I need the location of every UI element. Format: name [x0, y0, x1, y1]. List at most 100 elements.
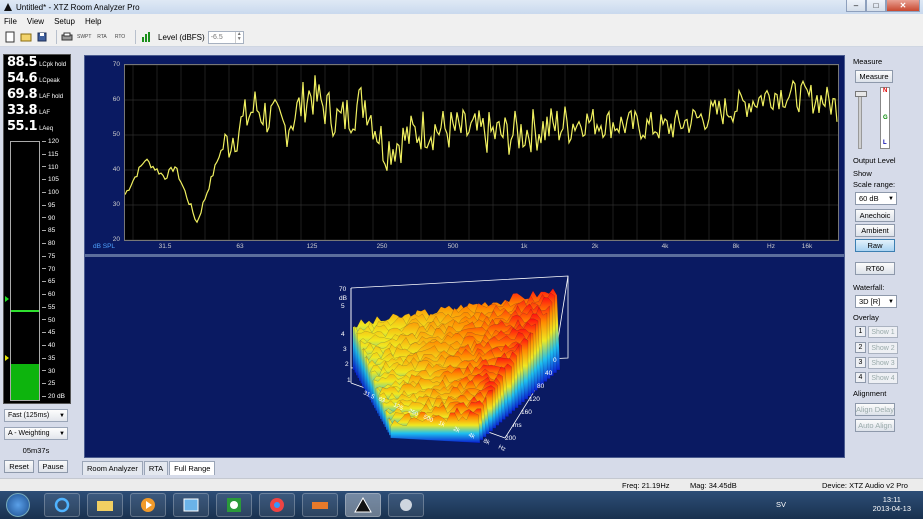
tab-full-range[interactable]: Full Range [169, 461, 216, 475]
overlay-3-button[interactable]: 3 [855, 357, 866, 368]
app-orange-icon[interactable] [302, 493, 338, 517]
view-tabs: Room Analyzer RTA Full Range [82, 461, 216, 475]
anechoic-button[interactable]: Anechoic [855, 209, 895, 222]
x-tick-label: 16k [801, 243, 813, 250]
meter-tick-label: 45 [42, 329, 55, 336]
readout-label: LCpk hold [39, 62, 67, 68]
rt60-button[interactable]: RT60 [855, 262, 895, 275]
level-spinner[interactable]: ▲ ▼ [234, 31, 243, 43]
auto-align-button[interactable]: Auto Align [855, 419, 895, 432]
meter-tick-label: 110 [42, 164, 58, 171]
mode-rto[interactable]: RTO [113, 34, 127, 40]
tool-app-icon[interactable] [388, 493, 424, 517]
pause-button[interactable]: Pause [38, 460, 68, 473]
waterfall-t-tick: ms [513, 422, 522, 429]
output-level-meter: N G L [880, 87, 890, 149]
weighting-select[interactable]: A - Weighting ▼ [4, 427, 68, 440]
mode-swpt[interactable]: SWPT [77, 34, 91, 40]
waterfall-select[interactable]: 3D [R] ▼ [855, 295, 897, 308]
spl-scale: 120 115 110 105 100 95 90 85 80 75 70 65 60 55 50 45 40 3… [42, 138, 70, 401]
y-tick-label: 70 [112, 61, 120, 68]
align-delay-button[interactable]: Align Delay [855, 403, 895, 416]
show-2-button[interactable]: Show 2 [868, 342, 898, 354]
meter-tick-label: 75 [42, 253, 55, 260]
tab-rta[interactable]: RTA [143, 461, 169, 475]
toolbar-separator [135, 30, 136, 44]
waterfall-t-tick: 80 [537, 383, 545, 390]
readout-label: LAF [39, 110, 51, 116]
explorer-icon[interactable] [87, 493, 123, 517]
speed-select[interactable]: Fast (125ms) ▼ [4, 409, 68, 422]
reset-button[interactable]: Reset [4, 460, 34, 473]
x-tick-label: 8k [732, 243, 740, 250]
frequency-response-plot[interactable] [124, 64, 839, 241]
waterfall-z-tick: 2 [345, 361, 349, 368]
waterfall-svg: 70dB5432131.5 631252505001k2k4k8kHz040801… [339, 275, 569, 453]
raw-button[interactable]: Raw [855, 239, 895, 252]
menu-file[interactable]: File [4, 17, 17, 26]
level-input[interactable]: -6.5 ▲ ▼ [207, 30, 244, 44]
waterfall-t-tick: 160 [521, 409, 532, 416]
show-1-button[interactable]: Show 1 [868, 326, 898, 338]
graph-area: 70 60 50 40 30 20 31.5 63 125 250 500 1k 2k 4k 8k Hz 16k… [84, 55, 845, 458]
menu-setup[interactable]: Setup [54, 17, 75, 26]
overlay-label: Overlay [853, 313, 879, 322]
new-file-icon[interactable] [4, 31, 16, 43]
clock[interactable]: 13:11 2013-04-13 [873, 495, 911, 513]
menu-help[interactable]: Help [85, 17, 101, 26]
scale-range-value: 60 dB [859, 194, 879, 203]
speed-value: Fast (125ms) [8, 412, 50, 419]
status-frequency: Freq: 21.19Hz [622, 481, 670, 490]
waterfall-plot[interactable]: 70 dB 5 4 3 2 1 31.5 63 125 250 500 1k 2k 4k 8k Hz 0 40 80 1… [85, 258, 844, 458]
overlay-2-button[interactable]: 2 [855, 342, 866, 353]
xtz-taskbar-icon[interactable] [345, 493, 381, 517]
language-indicator[interactable]: SV [776, 500, 786, 509]
scale-range-select[interactable]: 60 dB ▼ [855, 192, 897, 205]
waterfall-z-tick: 3 [343, 346, 347, 353]
save-icon[interactable] [36, 31, 48, 43]
waterfall-z-tick: dB [339, 295, 347, 302]
minimize-button[interactable]: – [846, 0, 866, 12]
maximize-button[interactable]: □ [866, 0, 886, 12]
overlay-4-button[interactable]: 4 [855, 372, 866, 383]
show-4-button[interactable]: Show 4 [868, 372, 898, 384]
output-level-slider-handle[interactable] [855, 91, 867, 97]
readout-value: 88.5 [7, 55, 38, 70]
hp-icon[interactable] [216, 493, 252, 517]
scale-range-label: Scale range: [853, 180, 896, 189]
frequency-response-svg [125, 65, 838, 240]
print-icon[interactable] [61, 31, 73, 43]
clock-time: 13:11 [882, 495, 901, 504]
ie-icon[interactable] [44, 493, 80, 517]
start-button[interactable] [6, 493, 30, 517]
x-tick-label: 125 [306, 243, 318, 250]
measure-button[interactable]: Measure [855, 70, 893, 83]
output-level-label: Output Level [853, 156, 896, 165]
menu-view[interactable]: View [27, 17, 44, 26]
output-level-slider[interactable] [858, 91, 862, 149]
x-tick-label: 4k [661, 243, 669, 250]
waterfall-z-tick: 70 [339, 286, 347, 293]
spl-meter-panel: 88.5 LCpk hold 54.6 LCpeak 69.8 LAF hold 33.8 L… [3, 54, 71, 404]
elapsed-timer: 05m37s [22, 446, 50, 455]
tab-room-analyzer[interactable]: Room Analyzer [82, 461, 143, 475]
meter-letter-n: N [883, 88, 888, 94]
x-tick-label: 63 [236, 243, 244, 250]
chrome-icon[interactable] [259, 493, 295, 517]
readout-value: 69.8 [7, 87, 38, 102]
media-player-icon[interactable] [130, 493, 166, 517]
meter-tick-label: 90 [42, 215, 55, 222]
clock-date: 2013-04-13 [872, 504, 911, 513]
show-3-button[interactable]: Show 3 [868, 357, 898, 369]
meter-tick-label: 80 [42, 240, 55, 247]
splitter[interactable] [85, 254, 844, 257]
overlay-1-button[interactable]: 1 [855, 326, 866, 337]
frequency-response-trace [125, 75, 838, 224]
waterfall-t-tick: 40 [545, 370, 553, 377]
open-folder-icon[interactable] [20, 31, 32, 43]
ambient-button[interactable]: Ambient [855, 224, 895, 237]
mode-rta[interactable]: RTA [95, 34, 109, 40]
photo-app-icon[interactable] [173, 493, 209, 517]
close-button[interactable]: ✕ [886, 0, 920, 12]
meter-tick-label: 120 [42, 138, 59, 145]
